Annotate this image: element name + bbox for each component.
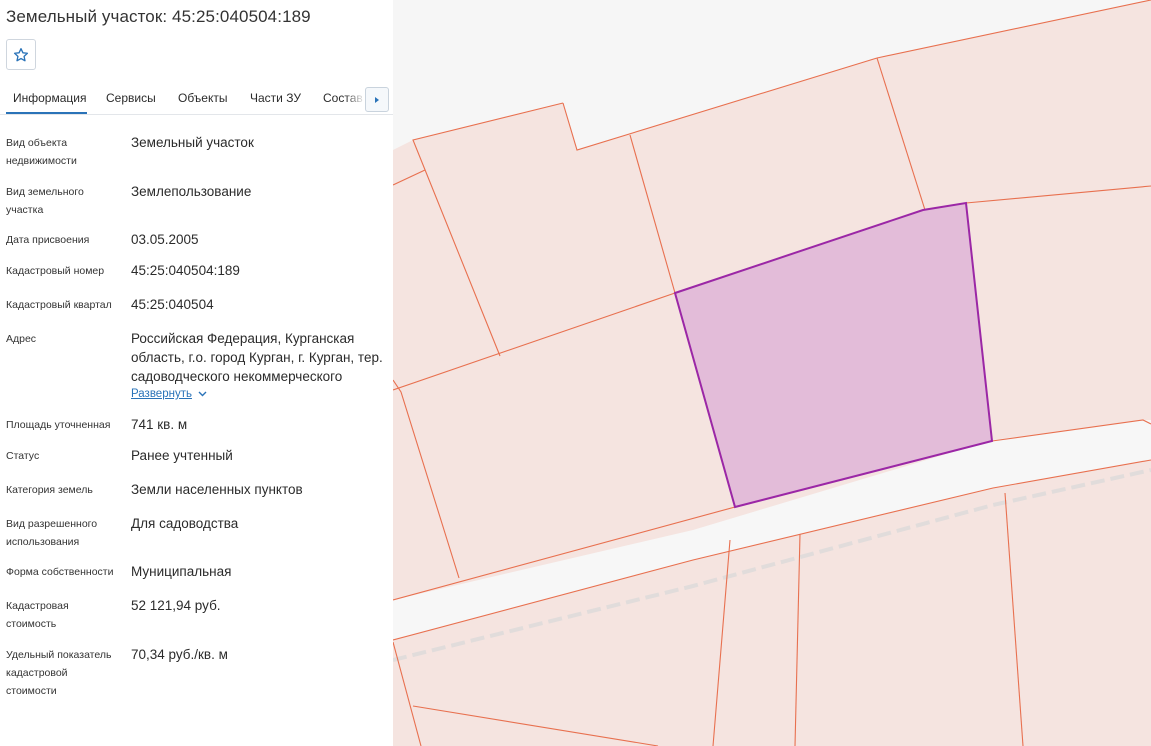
tabs-scroll-right-button[interactable] xyxy=(365,87,389,112)
field-label-ownership: Форма собственности xyxy=(6,566,114,578)
field-label-object-type: Вид объекта недвижимости xyxy=(6,137,77,167)
tab-information[interactable]: Информация xyxy=(13,91,86,105)
chevron-right-icon xyxy=(375,96,379,103)
favorite-button[interactable] xyxy=(6,39,36,70)
tab-fade xyxy=(345,84,365,114)
field-label-assign-date: Дата присвоения xyxy=(6,234,90,246)
field-value-area: 741 кв. м xyxy=(131,417,188,432)
field-label-land-category: Категория земель xyxy=(6,484,93,496)
page-title: Земельный участок: 45:25:040504:189 xyxy=(6,7,311,26)
field-label-status: Статус xyxy=(6,450,40,462)
star-icon xyxy=(13,47,29,61)
field-label-cadastral-value: Кадастровая стоимость xyxy=(6,600,69,630)
chevron-down-icon xyxy=(198,391,207,397)
field-value-object-type: Земельный участок xyxy=(131,135,254,150)
field-value-permitted-use: Для садоводства xyxy=(131,516,239,531)
field-label-land-type: Вид земельного участка xyxy=(6,186,84,216)
field-value-address: Российская Федерация, Курганская область… xyxy=(131,331,383,384)
field-value-cadastral-quarter: 45:25:040504 xyxy=(131,297,214,312)
field-value-land-type: Землепользование xyxy=(131,184,252,199)
field-label-area: Площадь уточненная xyxy=(6,419,111,431)
field-value-assign-date: 03.05.2005 xyxy=(131,232,199,247)
info-panel: Земельный участок: 45:25:040504:189 Инфо… xyxy=(0,0,393,746)
field-value-status: Ранее учтенный xyxy=(131,448,233,463)
address-expand-link[interactable]: Развернуть xyxy=(131,388,207,400)
field-label-cadastral-quarter: Кадастровый квартал xyxy=(6,299,112,311)
field-value-cadastral-number: 45:25:040504:189 xyxy=(131,263,240,278)
field-label-specific-value: Удельный показатель кадастровой стоимост… xyxy=(6,649,112,697)
tab-parts[interactable]: Части ЗУ xyxy=(250,91,301,105)
field-label-address: Адрес xyxy=(6,333,37,345)
tab-objects[interactable]: Объекты xyxy=(178,91,228,105)
field-label-permitted-use: Вид разрешенного использования xyxy=(6,518,98,548)
expand-label: Развернуть xyxy=(131,388,192,400)
field-value-land-category: Земли населенных пунктов xyxy=(131,482,303,497)
tab-bar: Информация Сервисы Объекты Части ЗУ Сост… xyxy=(0,84,393,115)
field-value-specific-value: 70,34 руб./кв. м xyxy=(131,647,228,662)
cadastral-map[interactable] xyxy=(393,0,1151,746)
active-tab-indicator xyxy=(6,112,87,114)
field-label-cadastral-number: Кадастровый номер xyxy=(6,265,105,277)
field-value-ownership: Муниципальная xyxy=(131,564,232,579)
map-canvas[interactable] xyxy=(393,0,1151,746)
field-value-cadastral-value: 52 121,94 руб. xyxy=(131,598,221,613)
tab-services[interactable]: Сервисы xyxy=(106,91,156,105)
